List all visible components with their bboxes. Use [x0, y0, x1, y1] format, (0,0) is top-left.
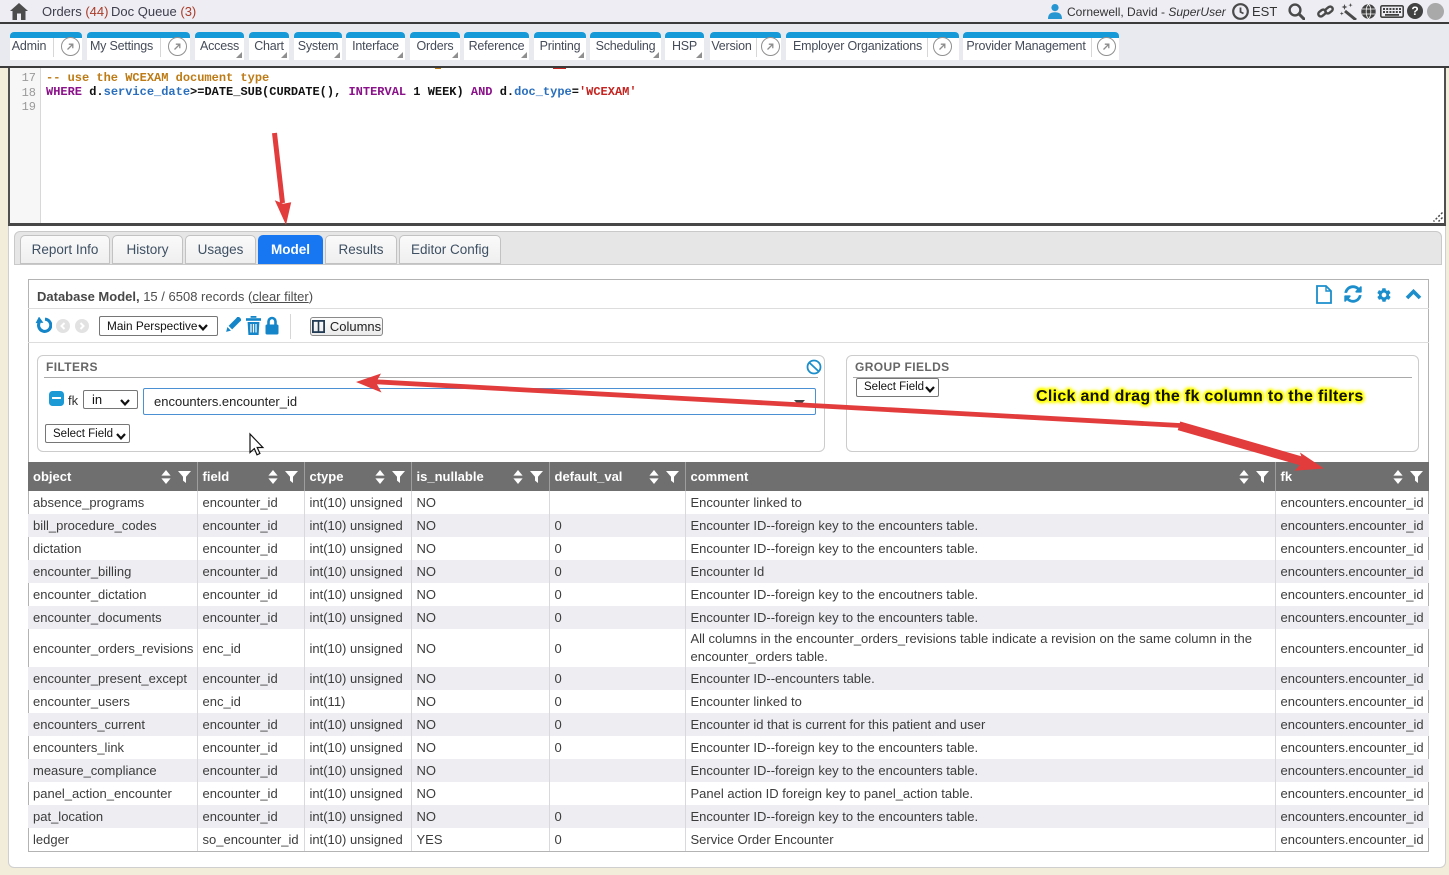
- svg-text:?: ?: [1411, 4, 1418, 18]
